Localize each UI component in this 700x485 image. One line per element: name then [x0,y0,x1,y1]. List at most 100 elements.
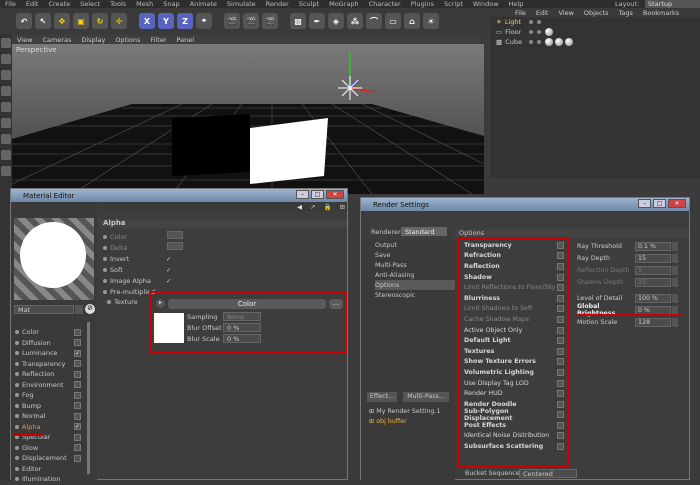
render-option-row[interactable]: Textures [460,346,568,357]
floor-icon[interactable]: ▭ [385,13,401,29]
render-nav-item[interactable]: Options [375,280,455,290]
render-option-checkbox[interactable] [557,368,564,376]
select-icon[interactable]: ↖ [35,13,51,29]
tool-icon[interactable] [1,118,11,128]
visibility-dot[interactable] [529,40,534,44]
scale-icon[interactable]: ▣ [73,13,89,29]
delta-swatch[interactable] [167,242,183,250]
render-option-checkbox[interactable] [557,411,564,419]
om-menu-edit[interactable]: Edit [531,9,554,17]
render-option-row[interactable]: Active Object Only [460,325,568,336]
channel-row[interactable]: Normal [11,411,91,422]
render-view-icon[interactable]: 🎬 [224,13,240,29]
render-field-value[interactable]: 0.1 % [635,241,671,251]
channel-row[interactable]: Fog [11,390,91,401]
visibility-dot[interactable] [537,40,542,44]
tool-icon[interactable] [1,70,11,80]
viewport-menu-cameras[interactable]: Cameras [37,36,76,44]
z-axis-button[interactable]: Z [177,13,193,29]
scroll-arrow-icon[interactable] [75,305,83,314]
blur-scale-field[interactable]: 0 % [223,334,261,343]
property-value[interactable]: ✓ [166,266,171,274]
channel-checkbox[interactable] [74,360,81,368]
color-swatch[interactable] [167,231,183,239]
render-option-row[interactable]: Limit Reflections to Floor/Sky [460,282,568,293]
render-settings-titlebar[interactable]: Render Settings – □ ✕ [361,198,689,211]
material-tag-icon[interactable] [545,28,554,36]
render-option-checkbox[interactable] [557,358,564,366]
channel-checkbox[interactable]: ✓ [74,423,81,431]
undo-icon[interactable]: ↶ [16,13,32,29]
channel-row[interactable]: Reflection [11,369,91,380]
deformer-icon[interactable]: ⌒ [366,13,382,29]
render-option-checkbox[interactable] [557,241,564,249]
channel-row[interactable]: Glow [11,443,91,454]
maximize-button[interactable]: □ [653,199,666,208]
channel-row[interactable]: Transparency [11,359,91,370]
viewport-menu-filter[interactable]: Filter [145,36,171,44]
cube-icon[interactable]: ▩ [290,13,306,29]
spinner[interactable] [672,253,678,263]
render-option-checkbox[interactable] [557,390,564,398]
tool-icon[interactable] [1,86,11,96]
menu-mesh[interactable]: Mesh [131,0,158,8]
channel-row[interactable]: Alpha ✓ [11,422,91,433]
material-tag-icon[interactable] [555,38,564,46]
render-option-row[interactable]: Identical Noise Distribution [460,431,568,442]
render-option-checkbox[interactable] [557,337,564,345]
tool-icon[interactable] [1,134,11,144]
render-option-checkbox[interactable] [557,421,564,429]
channel-scrollbar[interactable] [87,322,90,474]
spinner[interactable] [672,241,678,251]
menu-sculpt[interactable]: Sculpt [294,0,324,8]
render-option-checkbox[interactable] [557,315,564,323]
visibility-dot[interactable] [528,20,533,24]
render-nav-item[interactable]: Multi-Pass [375,260,455,270]
camera-icon[interactable]: ⌂ [404,13,420,29]
object-row-cube[interactable]: ▩ Cube [490,37,700,47]
render-nav-item[interactable]: Output [375,240,455,250]
menu-window[interactable]: Window [468,0,504,8]
channel-checkbox[interactable] [74,412,81,420]
om-menu-view[interactable]: View [553,9,578,17]
menu-edit[interactable]: Edit [21,0,44,8]
channel-row[interactable]: Illumination [11,474,91,485]
tool-icon[interactable] [1,54,11,64]
texture-arrow-icon[interactable]: ▸ [156,299,165,308]
render-option-checkbox[interactable] [557,294,564,302]
channel-row[interactable]: Diffusion [11,338,91,349]
menu-plugins[interactable]: Plugins [406,0,439,8]
effect-button[interactable]: Effect... [367,392,397,402]
minimize-button[interactable]: – [638,199,651,208]
render-option-checkbox[interactable] [557,347,564,355]
menu-file[interactable]: File [0,0,21,8]
move-icon[interactable]: ✥ [54,13,70,29]
channel-row[interactable]: Luminance ✓ [11,348,91,359]
channel-checkbox[interactable] [74,370,81,378]
object-row-floor[interactable]: ▭ Floor [490,27,700,37]
bucket-sequence-select[interactable]: Centered [519,469,577,478]
property-value[interactable]: ✓ [166,277,171,285]
render-nav-item[interactable]: Anti-Aliasing [375,270,455,280]
channel-checkbox[interactable] [74,402,81,410]
channel-row[interactable]: Displacement [11,453,91,464]
menu-mograph[interactable]: MoGraph [324,0,364,8]
visibility-dot[interactable] [529,30,534,34]
tool-icon[interactable] [1,150,11,160]
render-option-checkbox[interactable] [557,284,564,292]
channel-checkbox[interactable] [74,328,81,336]
object-row-light[interactable]: ☀ Light [490,17,700,27]
no-entry-icon[interactable]: ⊘ [85,304,95,314]
sampling-select[interactable]: None [223,312,261,321]
blur-offset-field[interactable]: 0 % [223,323,261,332]
render-option-row[interactable]: Blurriness [460,293,568,304]
maximize-button[interactable]: □ [311,190,324,199]
om-menu-tags[interactable]: Tags [613,9,637,17]
render-option-row[interactable]: Shadow [460,272,568,283]
render-option-checkbox[interactable] [557,262,564,270]
render-settings-icon[interactable]: 🎬 [262,13,278,29]
render-option-row[interactable]: Default Light [460,335,568,346]
perspective-viewport[interactable]: Perspective [12,44,484,194]
render-nav-item[interactable]: Stereoscopic [375,290,455,300]
menu-render[interactable]: Render [261,0,294,8]
